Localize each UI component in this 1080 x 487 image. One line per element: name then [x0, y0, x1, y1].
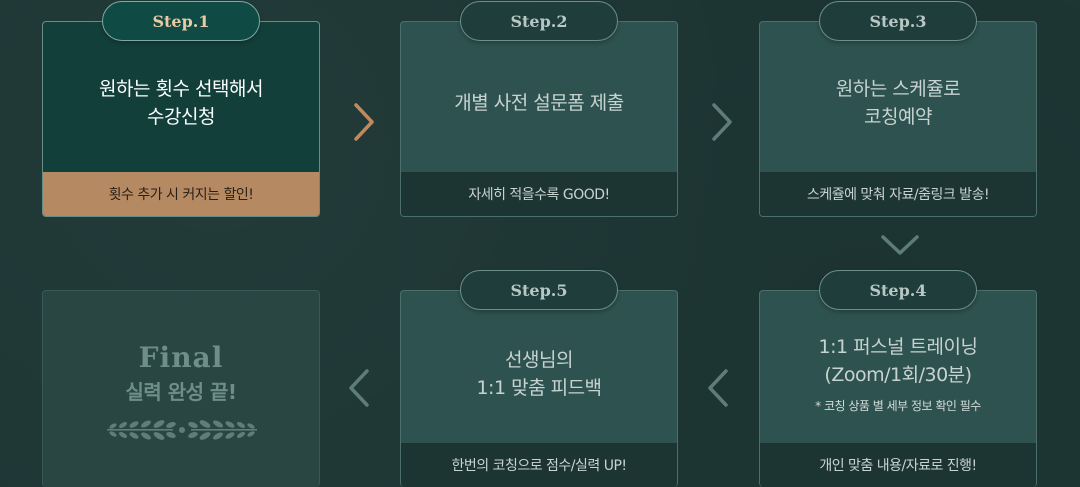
step-2-badge: Step.2: [460, 1, 618, 41]
step-2-line-1: 개별 사전 설문폼 제출: [454, 92, 624, 114]
chevron-left-icon: [349, 369, 369, 407]
step-3-badge: Step.3: [819, 1, 977, 41]
step-1-card: 원하는 횟수 선택해서 수강신청 횟수 추가 시 커지는 할인!: [42, 21, 320, 217]
final-card: Final 실력 완성 끝!: [42, 290, 320, 487]
chevron-right-icon: [712, 103, 732, 141]
step-3-line-2: 코칭예약: [864, 106, 932, 128]
step-4-badge: Step.4: [819, 270, 977, 310]
step-5-body: 선생님의 1:1 맞춤 피드백: [401, 291, 677, 442]
chevron-left-icon: [708, 369, 728, 407]
final-title: Final: [138, 340, 224, 374]
final-subtitle: 실력 완성 끝!: [125, 379, 237, 404]
step-3-body: 원하는 스케쥴로 코칭예약: [760, 22, 1036, 174]
step-5-badge: Step.5: [460, 270, 618, 310]
step-5-line-2: 1:1 맞춤 피드백: [476, 376, 602, 399]
step-1-line-2: 수강신청: [147, 106, 215, 128]
chevron-down-icon: [881, 235, 919, 255]
laurel-icon: [107, 420, 257, 440]
step-4-note: * 코칭 상품 별 세부 정보 확인 필수: [815, 399, 981, 413]
step-1-footer: 횟수 추가 시 커지는 할인!: [43, 172, 319, 216]
step-5-footer: 한번의 코칭으로 점수/실력 UP!: [401, 443, 677, 487]
step-3-line-1: 원하는 스케쥴로: [835, 78, 961, 100]
step-5-card: 선생님의 1:1 맞춤 피드백 한번의 코칭으로 점수/실력 UP!: [400, 290, 678, 487]
step-1-line-1: 원하는 횟수 선택해서: [99, 78, 263, 100]
chevron-right-icon: [354, 103, 374, 141]
step-1-body: 원하는 횟수 선택해서 수강신청: [43, 22, 319, 174]
step-5-line-1: 선생님의: [505, 348, 573, 371]
step-2-footer: 자세히 적을수록 GOOD!: [401, 172, 677, 216]
step-2-card: 개별 사전 설문폼 제출 자세히 적을수록 GOOD!: [400, 21, 678, 217]
step-3-footer: 스케쥴에 맞춰 자료/줌링크 발송!: [760, 172, 1036, 216]
step-1-badge: Step.1: [102, 1, 260, 41]
step-4-card: 1:1 퍼스널 트레이닝 (Zoom/1회/30분) * 코칭 상품 별 세부 …: [759, 290, 1037, 487]
final-body: Final 실력 완성 끝!: [43, 291, 319, 487]
step-3-card: 원하는 스케쥴로 코칭예약 스케쥴에 맞춰 자료/줌링크 발송!: [759, 21, 1037, 217]
step-4-body: 1:1 퍼스널 트레이닝 (Zoom/1회/30분) * 코칭 상품 별 세부 …: [760, 291, 1036, 442]
step-4-line-1: 1:1 퍼스널 트레이닝: [818, 336, 978, 358]
step-4-line-2: (Zoom/1회/30분): [824, 364, 972, 386]
step-4-footer: 개인 맞춤 내용/자료로 진행!: [760, 443, 1036, 487]
step-2-body: 개별 사전 설문폼 제출: [401, 22, 677, 174]
